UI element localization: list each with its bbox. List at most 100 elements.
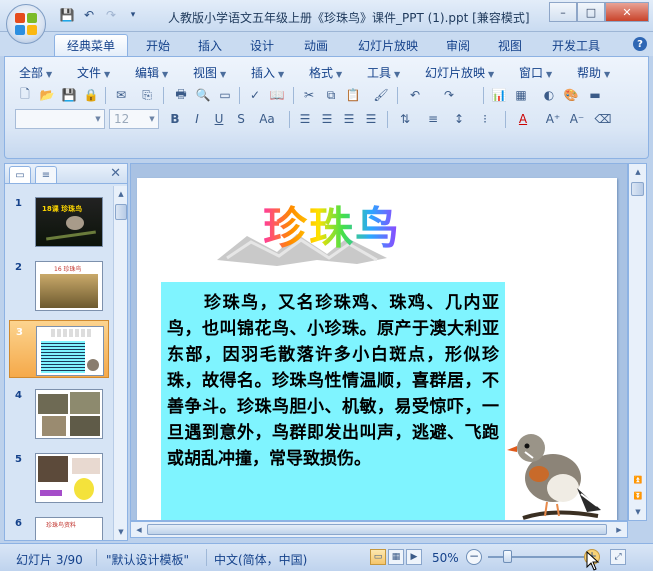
- scroll-right-icon[interactable]: ▶: [613, 524, 625, 536]
- close-icon[interactable]: ✕: [110, 166, 121, 181]
- slide-thumbnail-1[interactable]: 1 18课 珍珠鸟: [9, 192, 109, 250]
- zoom-level[interactable]: 50%: [432, 551, 459, 565]
- line-color-icon[interactable]: ▬: [585, 85, 605, 105]
- spelling-icon[interactable]: ✓: [245, 85, 265, 105]
- insert-chart-icon[interactable]: 📊: [489, 85, 509, 105]
- numbering-icon[interactable]: ≡: [423, 109, 443, 129]
- template-name[interactable]: "默认设计模板": [106, 551, 189, 568]
- tab-review[interactable]: 审阅: [438, 34, 478, 56]
- italic-icon[interactable]: I: [187, 109, 207, 129]
- clear-format-icon[interactable]: ⌫: [593, 109, 613, 129]
- align-center-icon[interactable]: ☰: [317, 109, 337, 129]
- close-button[interactable]: ✕: [605, 2, 649, 22]
- horizontal-scrollbar[interactable]: ◀ ▶: [130, 521, 628, 538]
- minimize-button[interactable]: –: [549, 2, 577, 22]
- align-right-icon[interactable]: ☰: [339, 109, 359, 129]
- menu-help[interactable]: 帮助 ▼: [577, 64, 610, 81]
- grayscale-icon[interactable]: ◐: [539, 85, 559, 105]
- permission-icon[interactable]: 🔒: [81, 85, 101, 105]
- underline-icon[interactable]: U: [209, 109, 229, 129]
- language-indicator[interactable]: 中文(简体，中国): [214, 551, 307, 568]
- menu-insert[interactable]: 插入 ▼: [251, 64, 284, 81]
- copy-icon[interactable]: ⧉: [321, 85, 341, 105]
- fit-to-window-icon[interactable]: ⤢: [610, 549, 626, 565]
- slide-thumbnail-6[interactable]: 6 珍珠鸟资料: [9, 512, 109, 540]
- paste-icon[interactable]: 📋: [343, 85, 363, 105]
- normal-view-icon[interactable]: ▭: [370, 549, 386, 565]
- email-icon[interactable]: ✉: [111, 85, 131, 105]
- align-left-icon[interactable]: ☰: [295, 109, 315, 129]
- office-button[interactable]: [6, 4, 46, 44]
- thumbnail-scrollbar[interactable]: ▲ ▼: [113, 186, 127, 540]
- redo-icon[interactable]: ↷: [102, 6, 120, 24]
- slide-body-textbox[interactable]: 珍珠鸟，又名珍珠鸡、珠鸡、几内亚鸟，也叫锦花鸟、小珍珠。原产于澳大利亚东部，因羽…: [161, 282, 505, 520]
- slide-view-icon[interactable]: ▭: [215, 85, 235, 105]
- slideshow-view-icon[interactable]: ▶: [406, 549, 422, 565]
- menu-file[interactable]: 文件 ▼: [77, 64, 110, 81]
- research-icon[interactable]: 📖: [267, 85, 287, 105]
- slide-thumbnail-5[interactable]: 5: [9, 448, 109, 506]
- vertical-scrollbar[interactable]: ▲ ⏫ ⏬ ▼: [628, 163, 647, 521]
- undo-icon[interactable]: ↶: [80, 6, 98, 24]
- grow-font-icon[interactable]: A⁺: [543, 109, 563, 129]
- slide-canvas[interactable]: 珍珠鸟 珍珠鸟，又名珍珠鸡、珠鸡、几内亚鸟，也叫锦花鸟、小珍珠。原产于澳大利亚东…: [137, 178, 617, 520]
- help-icon[interactable]: ?: [633, 37, 647, 51]
- tab-insert[interactable]: 插入: [190, 34, 230, 56]
- tab-classic-menu[interactable]: 经典菜单: [54, 34, 128, 56]
- open-icon[interactable]: 📂: [37, 85, 57, 105]
- scroll-down-icon[interactable]: ▼: [632, 506, 644, 518]
- new-icon[interactable]: 🗋: [15, 85, 35, 105]
- scroll-thumb[interactable]: [631, 182, 644, 196]
- menu-slideshow[interactable]: 幻灯片放映 ▼: [425, 64, 494, 81]
- font-color-icon[interactable]: A: [513, 109, 533, 129]
- format-painter-icon[interactable]: 🖌: [371, 85, 391, 105]
- scroll-left-icon[interactable]: ◀: [133, 524, 145, 536]
- font-size-combo[interactable]: 12 ▼: [109, 109, 159, 129]
- outline-tab[interactable]: ≡: [35, 166, 57, 183]
- line-spacing-icon[interactable]: ↕: [449, 109, 469, 129]
- menu-all[interactable]: 全部 ▼: [19, 64, 52, 81]
- tab-home[interactable]: 开始: [138, 34, 178, 56]
- cut-icon[interactable]: ✂: [299, 85, 319, 105]
- slide-thumbnail-4[interactable]: 4: [9, 384, 109, 442]
- slide-sorter-icon[interactable]: ▦: [388, 549, 404, 565]
- bullets-icon[interactable]: ⁝: [475, 109, 495, 129]
- scroll-up-icon[interactable]: ▲: [115, 188, 127, 200]
- scroll-thumb[interactable]: [115, 204, 127, 220]
- menu-format[interactable]: 格式 ▼: [309, 64, 342, 81]
- slide-thumbnail-3[interactable]: 3: [9, 320, 109, 378]
- save-icon[interactable]: 💾: [58, 6, 76, 24]
- slide-thumbnail-2[interactable]: 2 16 珍珠鸟: [9, 256, 109, 314]
- redo-icon[interactable]: ↷: [439, 85, 459, 105]
- bold-icon[interactable]: B: [165, 109, 185, 129]
- insert-table-icon[interactable]: ▦: [511, 85, 531, 105]
- next-slide-icon[interactable]: ⏬: [632, 490, 644, 502]
- shadow-icon[interactable]: S: [231, 109, 251, 129]
- justify-icon[interactable]: ☰: [361, 109, 381, 129]
- tab-design[interactable]: 设计: [242, 34, 282, 56]
- slides-tab[interactable]: ▭: [9, 166, 31, 183]
- print-preview-icon[interactable]: 🔍: [193, 85, 213, 105]
- scroll-up-icon[interactable]: ▲: [632, 166, 644, 178]
- maximize-button[interactable]: □: [577, 2, 605, 22]
- shrink-font-icon[interactable]: A⁻: [567, 109, 587, 129]
- publish-icon[interactable]: ⎘: [137, 85, 157, 105]
- color-icon[interactable]: 🎨: [561, 85, 581, 105]
- customize-icon[interactable]: ▾: [124, 6, 142, 24]
- tab-animation[interactable]: 动画: [296, 34, 336, 56]
- scroll-thumb[interactable]: [147, 524, 607, 535]
- menu-edit[interactable]: 编辑 ▼: [135, 64, 168, 81]
- menu-tools[interactable]: 工具 ▼: [367, 64, 400, 81]
- menu-window[interactable]: 窗口 ▼: [519, 64, 552, 81]
- print-icon[interactable]: 🖶: [171, 85, 191, 105]
- tab-developer[interactable]: 开发工具: [544, 34, 608, 56]
- previous-slide-icon[interactable]: ⏫: [632, 474, 644, 486]
- zoom-slider-knob[interactable]: [503, 550, 512, 563]
- text-direction-icon[interactable]: ⇅: [395, 109, 415, 129]
- zoom-out-icon[interactable]: −: [466, 549, 482, 565]
- slide-title[interactable]: 珍珠鸟: [263, 192, 401, 256]
- tab-slideshow[interactable]: 幻灯片放映: [350, 34, 426, 56]
- save-icon[interactable]: 💾: [59, 85, 79, 105]
- menu-view[interactable]: 视图 ▼: [193, 64, 226, 81]
- font-name-combo[interactable]: ▼: [15, 109, 105, 129]
